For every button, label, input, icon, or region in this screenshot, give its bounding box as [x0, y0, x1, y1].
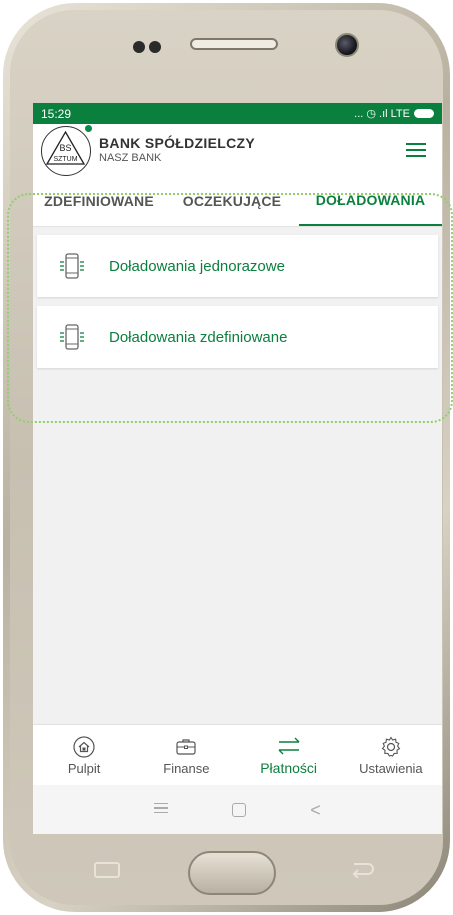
sensor-dots	[133, 40, 165, 58]
hamburger-menu-icon[interactable]	[406, 143, 426, 157]
nav-finanse[interactable]: Finanse	[135, 725, 237, 785]
phone-topup-icon	[60, 253, 84, 279]
battery-icon	[414, 109, 434, 118]
status-indicators: ... ◷ .ıl LTE	[354, 107, 434, 120]
hardware-home-button[interactable]	[188, 851, 276, 895]
nav-ustawienia[interactable]: Ustawienia	[340, 725, 442, 785]
tab-oczekujace[interactable]: OCZEKUJĄCE	[165, 175, 299, 226]
bottom-navigation: Pulpit Finanse Płatności Ustawienia	[33, 724, 442, 785]
list-item-doladowania-zdefiniowane[interactable]: Doładowania zdefiniowane	[37, 306, 438, 368]
hardware-back-icon[interactable]	[346, 860, 376, 878]
gear-icon	[381, 735, 401, 757]
system-home-icon[interactable]	[232, 802, 247, 817]
logo-text-sztum: SZTUM	[53, 156, 77, 163]
home-icon	[73, 735, 95, 758]
nav-label: Pulpit	[67, 760, 101, 776]
transfer-arrows-icon	[278, 737, 300, 755]
phone-frame: 15:29 ... ◷ .ıl LTE BS SZTUM BANK SPÓŁDZ…	[0, 0, 453, 915]
tab-zdefiniowane[interactable]: ZDEFINIOWANE	[33, 175, 165, 226]
list-item-doladowania-jednorazowe[interactable]: Doładowania jednorazowe	[37, 235, 438, 297]
status-time: 15:29	[41, 106, 72, 121]
wallet-icon	[176, 738, 196, 755]
screen: 15:29 ... ◷ .ıl LTE BS SZTUM BANK SPÓŁDZ…	[33, 103, 442, 834]
app-header: BS SZTUM BANK SPÓŁDZIELCZY NASZ BANK	[33, 124, 442, 176]
bank-title: BANK SPÓŁDZIELCZY NASZ BANK	[99, 135, 255, 164]
bank-logo: BS SZTUM	[41, 124, 92, 176]
status-bar: 15:29 ... ◷ .ıl LTE	[33, 103, 442, 124]
bank-name: BANK SPÓŁDZIELCZY	[99, 135, 255, 151]
nav-label: Płatności	[260, 760, 318, 776]
system-navigation-bar: <	[33, 785, 442, 834]
phone-topup-icon	[60, 324, 84, 350]
list-item-label: Doładowania zdefiniowane	[109, 328, 288, 346]
system-menu-icon[interactable]	[154, 802, 169, 817]
nav-label: Finanse	[163, 760, 210, 776]
earpiece-speaker	[190, 38, 278, 50]
logo-text-bs: BS	[59, 143, 71, 153]
front-camera	[335, 33, 359, 57]
hardware-recent-apps-icon[interactable]	[94, 862, 120, 878]
logo-triangle-icon: BS SZTUM	[45, 130, 86, 165]
system-back-icon[interactable]: <	[310, 801, 321, 819]
bank-subname: NASZ BANK	[99, 152, 162, 164]
nav-label: Ustawienia	[359, 760, 423, 776]
list-item-label: Doładowania jednorazowe	[109, 257, 285, 275]
status-indicators-text: ... ◷ .ıl LTE	[354, 108, 410, 120]
tab-doladowania[interactable]: DOŁADOWANIA	[299, 175, 442, 226]
nav-pulpit[interactable]: Pulpit	[33, 725, 135, 785]
nav-platnosci[interactable]: Płatności	[238, 725, 340, 785]
topup-list: Doładowania jednorazowe Doładowania zdef…	[33, 227, 442, 368]
logo-green-dot	[85, 124, 92, 132]
tab-bar: ZDEFINIOWANE OCZEKUJĄCE DOŁADOWANIA	[33, 175, 442, 227]
